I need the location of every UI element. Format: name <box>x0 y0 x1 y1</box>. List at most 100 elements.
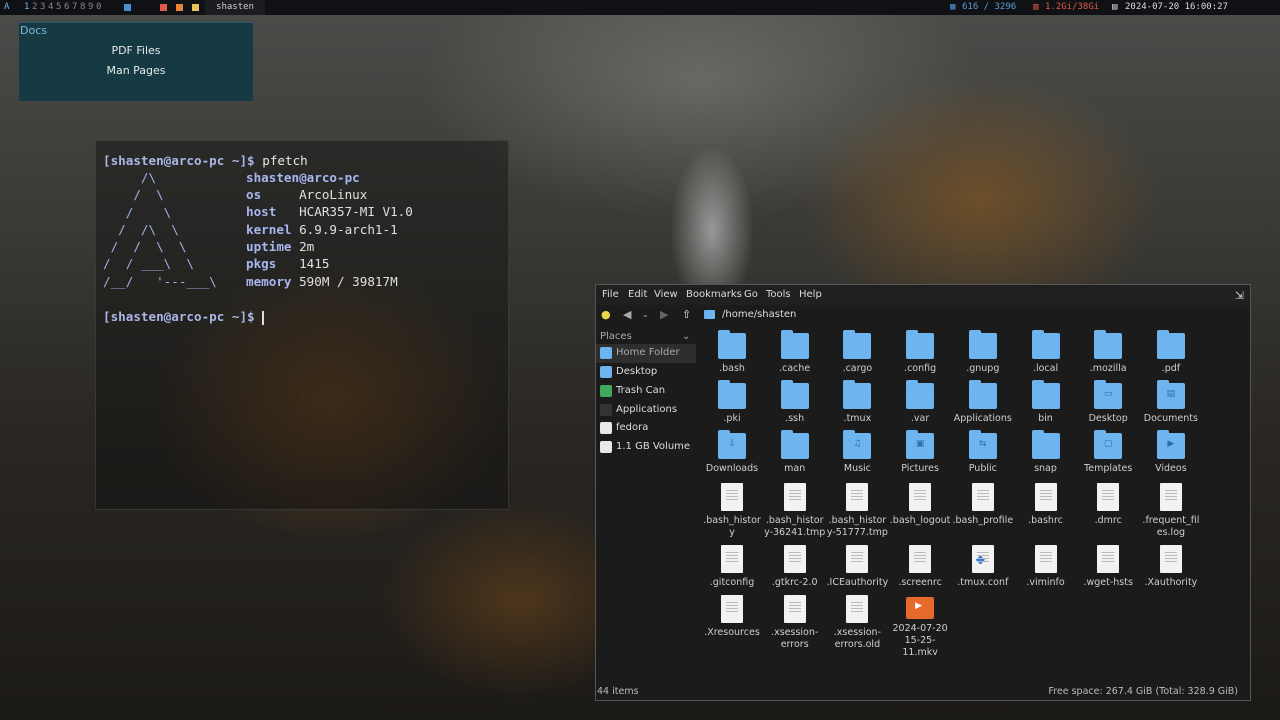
workspace-7[interactable]: 7 <box>72 0 77 15</box>
menu-edit[interactable]: Edit <box>628 289 647 300</box>
file-name: .cargo <box>842 363 873 374</box>
menu-item-man-pages[interactable]: Man Pages <box>19 64 253 77</box>
location-bar[interactable]: /home/shasten <box>722 309 796 320</box>
sidebar-item-home[interactable]: Home Folder <box>596 344 696 363</box>
file-item[interactable]: ◆ .tmux.conf <box>952 541 1014 589</box>
file-item[interactable]: ▤ Documents <box>1140 379 1202 425</box>
file-item[interactable]: .local <box>1015 329 1077 375</box>
file-item[interactable]: .cache <box>764 329 826 375</box>
file-item[interactable]: ▣ Pictures <box>889 429 951 475</box>
file-name: .gnupg <box>966 363 1000 374</box>
sidebar-item-desktop[interactable]: Desktop <box>596 363 696 382</box>
history-dropdown-icon[interactable]: ⌄ <box>642 310 649 319</box>
file-item[interactable]: .bash_profile <box>952 479 1014 527</box>
file-item[interactable]: .dmrc <box>1077 479 1139 527</box>
close-dot-icon[interactable] <box>160 4 167 11</box>
window-title[interactable]: shasten <box>205 0 265 15</box>
file-item[interactable]: .screenrc <box>889 541 951 589</box>
file-item[interactable]: .mozilla <box>1077 329 1139 375</box>
file-item[interactable]: ▭ Desktop <box>1077 379 1139 425</box>
file-item[interactable]: .wget-hsts <box>1077 541 1139 589</box>
launcher-icon[interactable]: A <box>4 0 9 15</box>
menu-view[interactable]: View <box>654 289 678 300</box>
sidebar-item-label: Home Folder <box>616 347 680 358</box>
file-item[interactable]: .ssh <box>764 379 826 425</box>
file-item[interactable]: ▶ Videos <box>1140 429 1202 475</box>
file-item[interactable]: .tmux <box>826 379 888 425</box>
workspace-2[interactable]: 2 <box>32 0 37 15</box>
layout-icon[interactable] <box>124 4 131 11</box>
menu-bookmarks[interactable]: Bookmarks <box>686 289 742 300</box>
file-item[interactable]: .gitconfig <box>701 541 763 589</box>
menu-item-pdf-files[interactable]: PDF Files <box>19 44 253 57</box>
file-item[interactable]: .frequent_files.log <box>1140 479 1202 539</box>
file-item[interactable]: .gtkrc-2.0 <box>764 541 826 589</box>
sidebar-item-trash[interactable]: Trash Can <box>596 382 696 401</box>
file-item[interactable]: ⇆ Public <box>952 429 1014 475</box>
file-item[interactable]: .pdf <box>1140 329 1202 375</box>
info-value: 2m <box>299 238 315 254</box>
file-item[interactable]: ▢ Templates <box>1077 429 1139 475</box>
file-item[interactable]: .xsession-errors <box>764 591 826 651</box>
workspace-3[interactable]: 3 <box>40 0 45 15</box>
menu-bar: File Edit View Bookmarks Go Tools Help ⇲ <box>596 285 1250 305</box>
info-key: os <box>246 187 262 202</box>
file-item[interactable]: ⇩ Downloads <box>701 429 763 475</box>
sidebar-item-volume[interactable]: 1.1 GB Volume <box>596 438 696 457</box>
file-item[interactable]: .cargo <box>826 329 888 375</box>
back-icon[interactable]: ◀ <box>623 308 631 321</box>
new-tab-icon[interactable]: ● <box>601 308 611 321</box>
file-name: .gitconfig <box>709 577 755 588</box>
file-item[interactable]: .viminfo <box>1015 541 1077 589</box>
text-file-icon <box>783 595 806 623</box>
terminal-window[interactable]: [shasten@arco-pc ~]$ pfetch /\ / \ / \ /… <box>95 140 509 510</box>
sidebar-item-applications[interactable]: Applications <box>596 401 696 420</box>
menu-go[interactable]: Go <box>744 289 758 300</box>
file-item[interactable]: man <box>764 429 826 475</box>
expand-icon[interactable]: ⇲ <box>1235 289 1244 302</box>
file-name: bin <box>1038 413 1053 424</box>
workspace-6[interactable]: 6 <box>64 0 69 15</box>
maximize-dot-icon[interactable] <box>192 4 199 11</box>
file-item[interactable]: .Xauthority <box>1140 541 1202 589</box>
file-item[interactable]: .bash_history-36241.tmp <box>764 479 826 539</box>
folder-icon: ▣ <box>906 430 935 459</box>
file-name: .frequent_files.log <box>1142 515 1200 538</box>
file-item[interactable]: .bash_history <box>701 479 763 539</box>
forward-icon[interactable]: ▶ <box>660 308 668 321</box>
sidebar-item-fedora[interactable]: fedora <box>596 419 696 438</box>
workspace-8[interactable]: 8 <box>80 0 85 15</box>
workspace-0[interactable]: 0 <box>96 0 101 15</box>
workspace-4[interactable]: 4 <box>48 0 53 15</box>
file-item[interactable]: .bash_history-51777.tmp <box>826 479 888 539</box>
file-item[interactable]: ♫ Music <box>826 429 888 475</box>
file-item[interactable]: .var <box>889 379 951 425</box>
file-item[interactable]: 2024-07-20 15-25-11.mkv <box>889 591 951 659</box>
file-item[interactable]: .bash <box>701 329 763 375</box>
menu-tools[interactable]: Tools <box>766 289 791 300</box>
file-item[interactable]: .Xresources <box>701 591 763 639</box>
file-item[interactable]: .xsession-errors.old <box>826 591 888 651</box>
terminal-line-prompt[interactable]: [shasten@arco-pc ~]$ <box>103 308 265 325</box>
menu-help[interactable]: Help <box>799 289 822 300</box>
file-item[interactable]: .pki <box>701 379 763 425</box>
info-row: pkgs 1415 <box>246 255 329 272</box>
file-item[interactable]: bin <box>1015 379 1077 425</box>
up-icon[interactable]: ⇧ <box>682 308 691 321</box>
places-header[interactable]: Places ⌄ <box>600 331 690 342</box>
file-item[interactable]: .config <box>889 329 951 375</box>
file-item[interactable]: .ICEauthority <box>826 541 888 589</box>
workspace-5[interactable]: 5 <box>56 0 61 15</box>
workspace-1[interactable]: 1 <box>24 0 29 15</box>
minimize-dot-icon[interactable] <box>176 4 183 11</box>
file-name: .ssh <box>785 413 805 424</box>
chevron-down-icon[interactable]: ⌄ <box>682 331 690 342</box>
file-item[interactable]: Applications <box>952 379 1014 425</box>
file-item[interactable]: .bash_logout <box>889 479 951 527</box>
file-item[interactable]: snap <box>1015 429 1077 475</box>
workspace-9[interactable]: 9 <box>88 0 93 15</box>
file-item[interactable]: .bashrc <box>1015 479 1077 527</box>
folder-icon: ⇩ <box>718 430 746 459</box>
menu-file[interactable]: File <box>602 289 619 300</box>
file-item[interactable]: .gnupg <box>952 329 1014 375</box>
